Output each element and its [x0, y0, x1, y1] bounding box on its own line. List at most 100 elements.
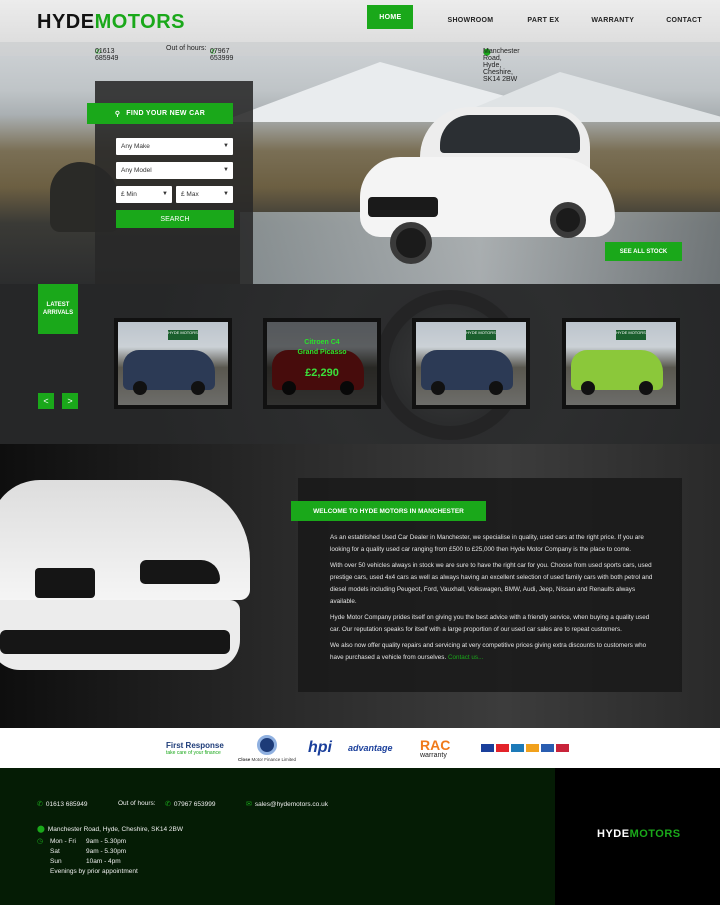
carousel-next-button[interactable]: >: [62, 393, 78, 409]
car-photo: HYDE MOTORS: [416, 322, 526, 405]
footer-out-phone-text: 07967 653999: [173, 801, 216, 808]
footer-phone[interactable]: ✆ 01613 685949: [37, 800, 87, 808]
phone-icon: ✆: [37, 801, 43, 808]
bmw-car-image: [0, 480, 260, 680]
footer-phone-text: 01613 685949: [45, 801, 88, 808]
logo-part-2: MOTORS: [94, 11, 185, 33]
card-icon: [541, 744, 554, 752]
footer-email[interactable]: ✉ sales@hydemotors.co.uk: [246, 800, 328, 808]
arrival-card[interactable]: HYDE MOTORS: [562, 318, 680, 409]
welcome-paragraph: With over 50 vehicles always in stock we…: [330, 562, 653, 605]
hours-day: Mon - Fri: [50, 838, 76, 845]
dealer-sign: HYDE MOTORS: [466, 330, 496, 340]
car-photo: HYDE MOTORS: [118, 322, 228, 405]
footer-out-label: Out of hours:: [118, 800, 156, 807]
hpi-logo[interactable]: hpi: [308, 728, 332, 768]
max-price-select[interactable]: £ Max ▼: [176, 186, 233, 203]
footer-address-text: Manchester Road, Hyde, Cheshire, SK14 2B…: [47, 826, 183, 833]
dealer-sign: HYDE MOTORS: [168, 330, 198, 340]
make-select-value: Any Make: [121, 143, 150, 150]
dealer-sign: HYDE MOTORS: [616, 330, 646, 340]
site-logo[interactable]: HYDEMOTORS: [37, 11, 185, 34]
map-pin-icon: ⬤: [37, 826, 45, 833]
out-of-hours-label: Out of hours:: [166, 45, 207, 52]
chevron-down-icon: ▼: [223, 143, 229, 149]
footer-email-text: sales@hydemotors.co.uk: [254, 801, 328, 808]
first-response-name: First Response: [166, 740, 224, 750]
rac-subtext: warranty: [420, 751, 447, 759]
rac-warranty-logo[interactable]: RAC warranty: [420, 728, 450, 768]
latest-arrivals-label: LATEST ARRIVALS: [38, 284, 78, 334]
footer-logo-part-2: MOTORS: [629, 828, 681, 840]
close-tagline: Motor Finance Limited: [251, 756, 297, 762]
close-finance-logo[interactable]: Close Motor Finance Limited: [238, 728, 296, 768]
car-shape: [123, 350, 215, 395]
hours-row: Sat 9am - 5.30pm: [50, 847, 138, 857]
chevron-right-icon: >: [67, 396, 73, 406]
header: HYDEMOTORS HOME SHOWROOM PART EX WARRANT…: [0, 0, 720, 42]
phone-icon: ✆: [165, 801, 171, 808]
footer-logo[interactable]: HYDEMOTORS: [597, 828, 681, 840]
search-icon: ⚲: [114, 110, 121, 118]
card-subtitle: Grand Picasso: [297, 349, 347, 356]
nav-contact[interactable]: CONTACT: [654, 5, 714, 35]
hours-day: Sun: [50, 858, 62, 865]
arrival-card[interactable]: HYDE MOTORS: [114, 318, 232, 409]
card-title: Citroen C4: [304, 339, 340, 346]
maestro-card-icon: [511, 744, 524, 752]
first-response-logo[interactable]: First Response take care of your finance: [166, 728, 224, 768]
max-price-value: £ Max: [181, 191, 199, 198]
footer-out-phone[interactable]: ✆ 07967 653999: [165, 800, 215, 808]
model-select[interactable]: Any Model ▼: [116, 162, 233, 179]
model-select-value: Any Model: [121, 167, 152, 174]
carousel-prev-button[interactable]: <: [38, 393, 54, 409]
main-nav: HOME SHOWROOM PART EX WARRANTY CONTACT: [367, 0, 720, 42]
car-finder-title: ⚲ FIND YOUR NEW CAR: [87, 103, 233, 124]
page: HYDEMOTORS HOME SHOWROOM PART EX WARRANT…: [0, 0, 720, 905]
chevron-down-icon: ▼: [223, 167, 229, 173]
footer-address: ⬤ Manchester Road, Hyde, Cheshire, SK14 2…: [37, 825, 183, 833]
arrival-card[interactable]: Citroen C4 Grand Picasso £2,290: [263, 318, 381, 409]
card-icon: [556, 744, 569, 752]
hours-note: Evenings by prior appointment: [50, 868, 138, 875]
card-price: £2,290: [305, 367, 339, 379]
header-phone-text: 01613 685949: [95, 48, 119, 62]
hours-day: Sat: [50, 848, 60, 855]
mail-icon: ✉: [246, 801, 252, 808]
info-bar: ✆ 01613 685949 Out of hours: ✆ 07967 65399…: [0, 42, 720, 83]
opening-hours: ◷ Mon - Fri 9am - 5.30pm Sat 9am - 5.30pm …: [37, 837, 138, 877]
make-select[interactable]: Any Make ▼: [116, 138, 233, 155]
hours-row: Sun 10am - 4pm: [50, 857, 138, 867]
nav-warranty[interactable]: WARRANTY: [579, 5, 646, 35]
hero-car-image: [360, 97, 620, 284]
arrival-card[interactable]: HYDE MOTORS: [412, 318, 530, 409]
chevron-left-icon: <: [43, 396, 49, 406]
car-finder-title-text: FIND YOUR NEW CAR: [126, 110, 206, 117]
footer: ✆ 01613 685949 Out of hours: ✆ 07967 65399…: [0, 768, 555, 905]
nav-showroom[interactable]: SHOWROOM: [435, 5, 505, 35]
close-logo-icon: [257, 734, 278, 755]
nav-home[interactable]: HOME: [367, 5, 414, 29]
rac-text: RAC: [420, 736, 451, 753]
chevron-down-icon: ▼: [162, 191, 168, 197]
contact-us-link[interactable]: Contact us...: [448, 654, 483, 661]
advantage-logo[interactable]: advantage: [348, 728, 393, 768]
hpi-text: hpi: [308, 739, 332, 756]
search-button[interactable]: SEARCH: [116, 210, 234, 228]
header-address-text: Manchester Road, Hyde, Cheshire, SK14 2B…: [483, 48, 520, 83]
min-price-select[interactable]: £ Min ▼: [116, 186, 172, 203]
welcome-title: WELCOME TO HYDE MOTORS IN MANCHESTER: [291, 501, 486, 521]
welcome-paragraph: Hyde Motor Company prides itself on givi…: [330, 614, 650, 633]
logo-part-1: HYDE: [37, 11, 95, 33]
hours-time: 10am - 4pm: [86, 858, 121, 865]
clock-icon: ◷: [37, 838, 44, 845]
payment-cards-logos: [481, 728, 569, 768]
latest-label-line-2: ARRIVALS: [42, 310, 74, 316]
first-response-tagline: take care of your finance: [166, 749, 221, 756]
close-name: Close: [238, 756, 251, 762]
nav-part-ex[interactable]: PART EX: [515, 5, 571, 35]
see-all-stock-button[interactable]: SEE ALL STOCK: [605, 242, 682, 261]
footer-logo-part-1: HYDE: [597, 828, 630, 840]
car-shape: [421, 350, 513, 395]
welcome-text: As an established Used Car Dealer in Man…: [330, 532, 660, 668]
